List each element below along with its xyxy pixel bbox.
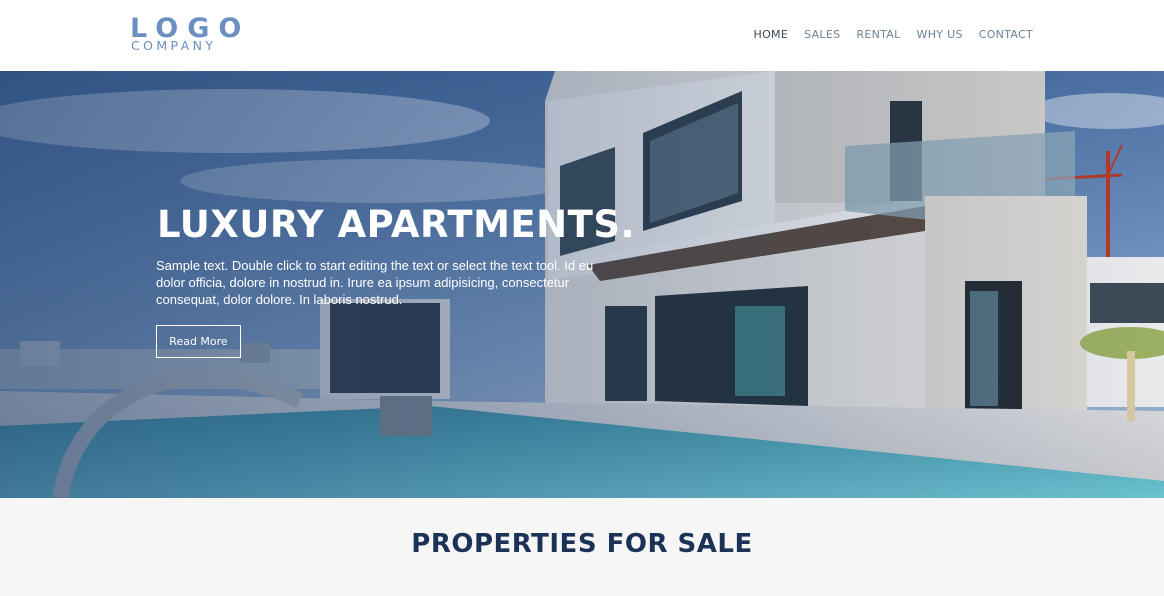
nav-item-sales[interactable]: SALES <box>804 28 840 42</box>
nav-item-rental[interactable]: RENTAL <box>856 28 900 42</box>
hero-banner: LUXURY APARTMENTS. Sample text. Double c… <box>0 71 1164 498</box>
nav-item-why-us[interactable]: WHY US <box>917 28 963 42</box>
read-more-button[interactable]: Read More <box>156 325 241 358</box>
hero-description: Sample text. Double click to start editi… <box>156 258 594 307</box>
logo[interactable]: LOGO COMPANY <box>130 15 241 57</box>
nav-item-home[interactable]: HOME <box>754 28 789 42</box>
site-header: LOGO COMPANY HOME SALES RENTAL WHY US CO… <box>0 0 1164 71</box>
hero-title: LUXURY APARTMENTS. <box>157 203 636 246</box>
nav-item-contact[interactable]: CONTACT <box>979 28 1033 42</box>
logo-sub-text: COMPANY <box>131 38 217 53</box>
main-nav: HOME SALES RENTAL WHY US CONTACT <box>754 28 1033 42</box>
properties-section: PROPERTIES FOR SALE <box>0 498 1164 596</box>
section-title: PROPERTIES FOR SALE <box>411 529 753 559</box>
